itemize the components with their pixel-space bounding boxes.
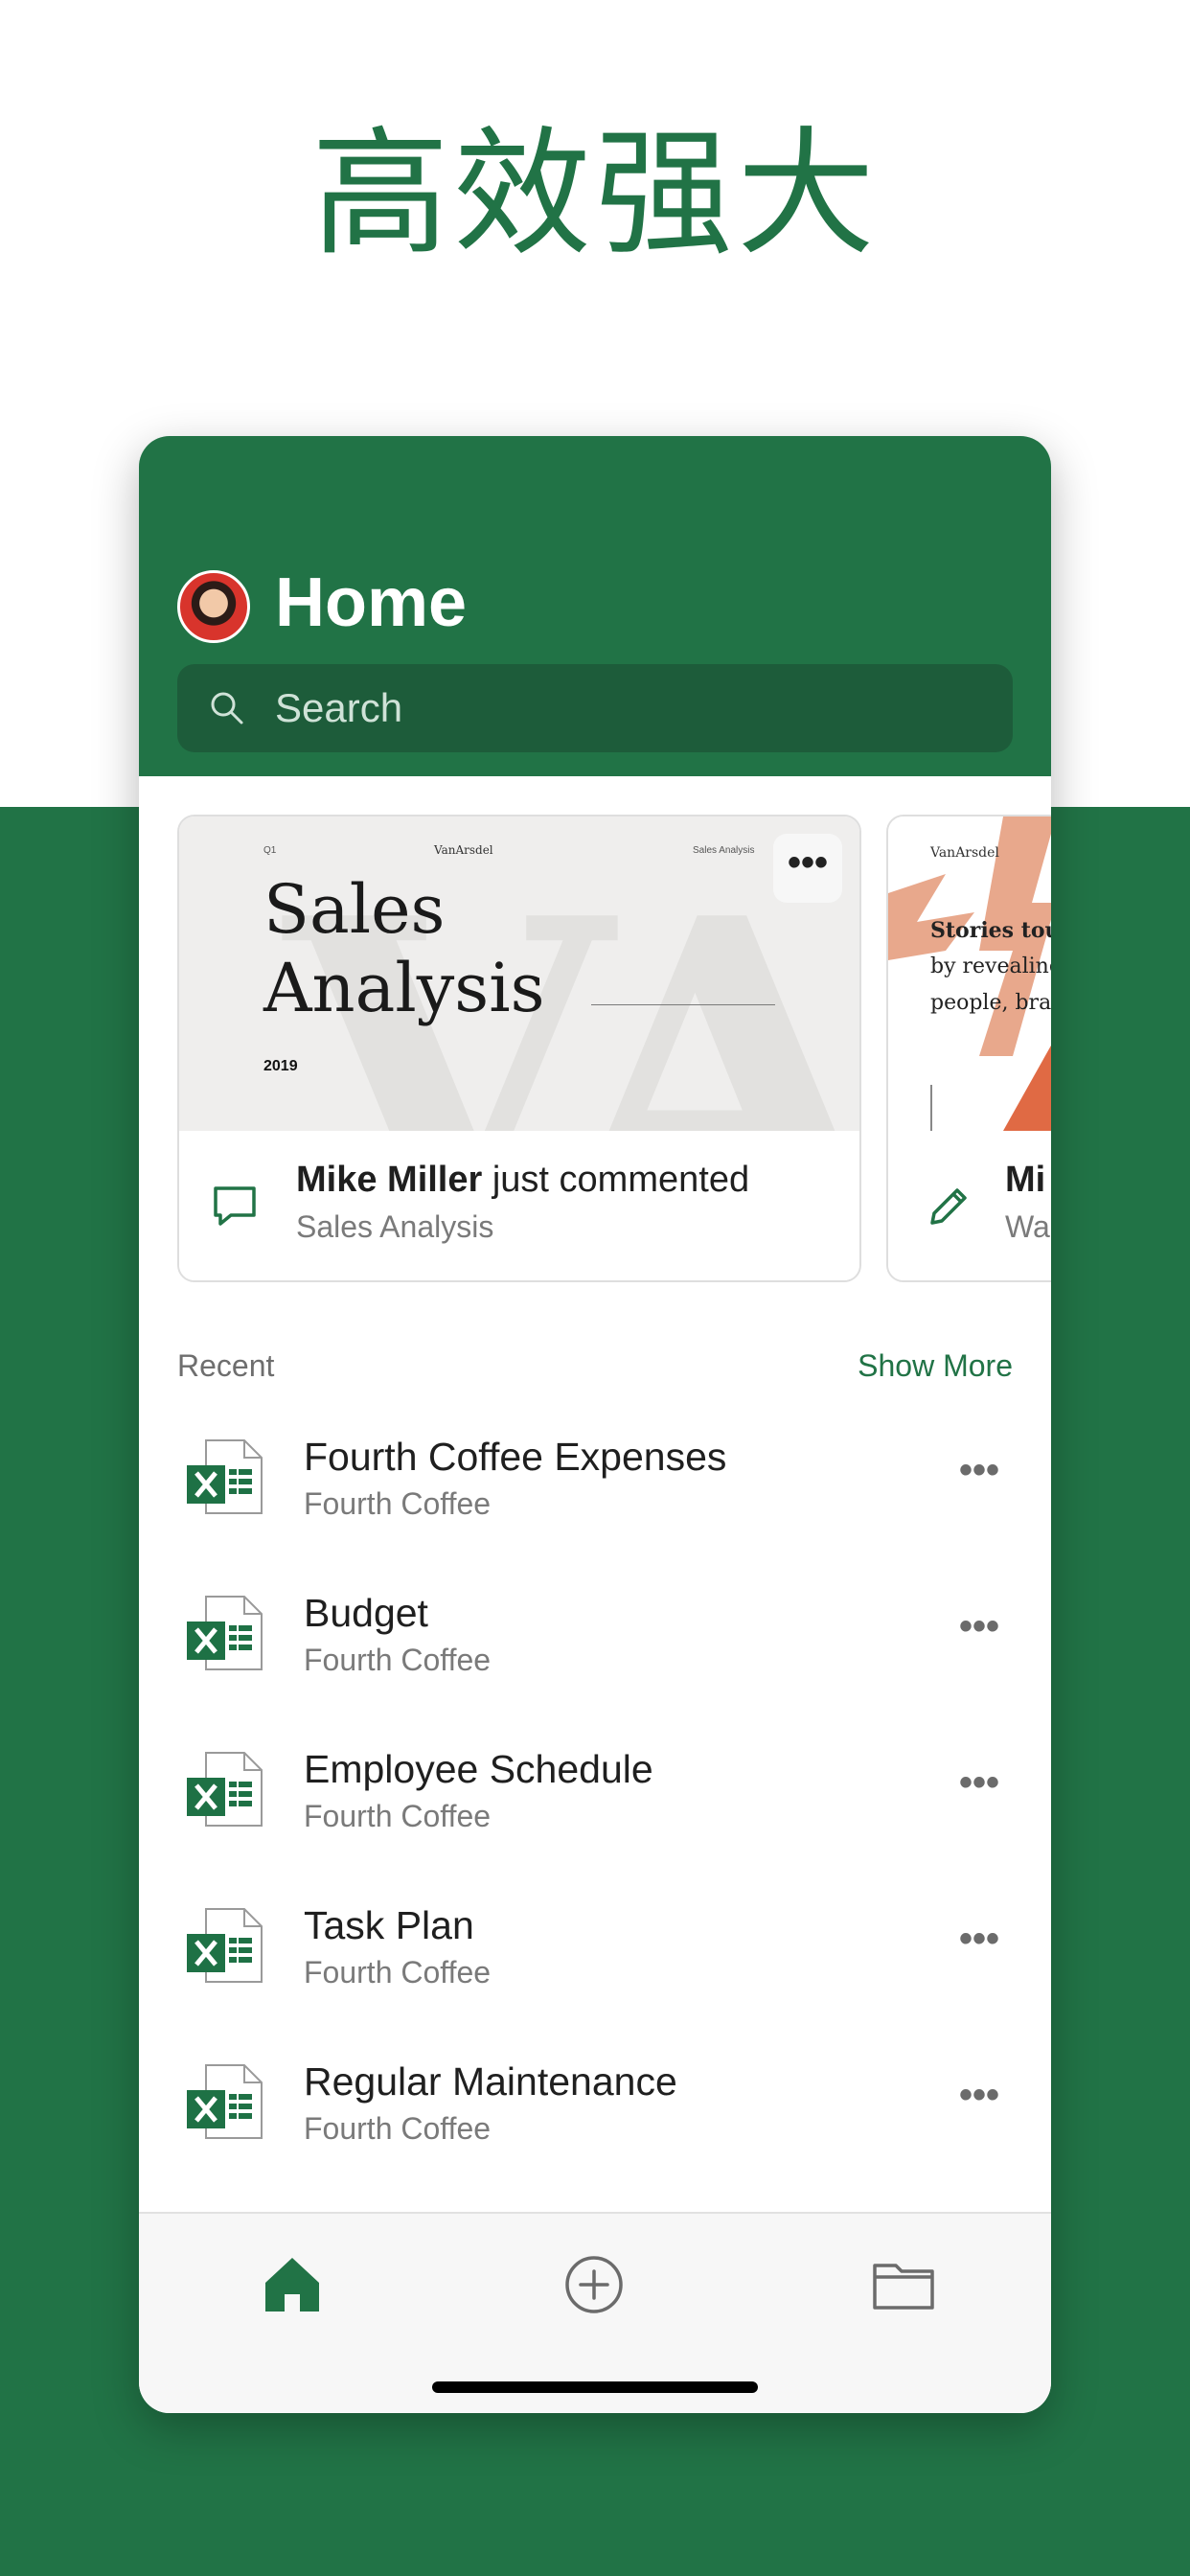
thumbnail-brand: VanArsdel [930, 845, 999, 861]
thumbnail-text: Stories touc by revealing people, bran [930, 912, 1051, 1022]
home-indicator [432, 2381, 758, 2393]
promo-headline: 高效强大 [310, 113, 879, 274]
list-item[interactable]: Employee Schedule Fourth Coffee ••• [139, 1726, 1051, 1882]
file-location: Fourth Coffee [304, 1799, 492, 1833]
search-placeholder: Search [275, 685, 403, 730]
more-options-button[interactable]: ••• [946, 1446, 1013, 1504]
more-options-button[interactable]: ••• [946, 1915, 1013, 1972]
document-thumbnail: VanArsdel Stories touc by revealing peop… [888, 816, 1051, 1131]
list-item[interactable]: Regular Maintenance Fourth Coffee ••• [139, 2038, 1051, 2195]
thumbnail-brand: VanArsdel [434, 843, 493, 857]
file-name: Employee Schedule [304, 1747, 653, 1791]
thumbnail-corner-right: Sales Analysis [693, 845, 755, 856]
activity-card[interactable]: VanArsdel Stories touc by revealing peop… [886, 815, 1051, 1282]
more-options-button[interactable]: ••• [946, 1602, 1013, 1660]
show-more-link[interactable]: Show More [858, 1348, 1013, 1384]
thumbnail-year: 2019 [263, 1058, 298, 1074]
folder-icon[interactable] [867, 2248, 940, 2321]
thumbnail-rule [591, 1004, 775, 1005]
list-item[interactable]: Fourth Coffee Expenses Fourth Coffee ••• [139, 1414, 1051, 1570]
file-location: Fourth Coffee [304, 1486, 492, 1521]
excel-file-icon [187, 1439, 263, 1514]
app-header: Home Search [139, 436, 1051, 776]
activity-action: just commented [482, 1160, 750, 1200]
page-title: Home [275, 564, 468, 641]
thumbnail-text-line: Stories touc [930, 918, 1051, 943]
thumbnail-corner-left: Q1 [263, 845, 277, 856]
phone-screen: Home Search VA Q1 VanArsdel Sales Analys… [139, 436, 1051, 2413]
list-item[interactable]: Task Plan Fourth Coffee ••• [139, 1882, 1051, 2038]
thumbnail-text-line: by revealing [930, 954, 1051, 978]
excel-file-icon [187, 2064, 263, 2139]
search-input[interactable]: Search [177, 664, 1013, 752]
excel-file-icon [187, 1596, 263, 1670]
activity-cards: VA Q1 VanArsdel Sales Analysis Sales Ana… [139, 815, 1051, 1284]
thumbnail-title-line: Analysis [263, 949, 545, 1027]
activity-user: Mi [1005, 1160, 1046, 1200]
excel-file-icon [187, 1752, 263, 1827]
thumbnail-text-line: people, bran [930, 991, 1051, 1015]
file-location: Fourth Coffee [304, 2111, 492, 2146]
activity-text: Mike Miller just commented [296, 1160, 749, 1201]
file-name: Task Plan [304, 1903, 474, 1947]
recent-section-header: Recent Show More [177, 1348, 1013, 1396]
file-location: Fourth Coffee [304, 1643, 492, 1677]
document-thumbnail: VA Q1 VanArsdel Sales Analysis Sales Ana… [179, 816, 859, 1131]
home-icon[interactable] [256, 2248, 329, 2321]
more-options-button[interactable]: ••• [946, 1759, 1013, 1816]
thumbnail-title: Sales Analysis [263, 870, 545, 1027]
file-location: Fourth Coffee [304, 1955, 492, 1990]
card-more-button[interactable]: ••• [773, 834, 842, 903]
file-name: Fourth Coffee Expenses [304, 1435, 727, 1479]
thumbnail-title-line: Sales [263, 870, 446, 949]
activity-file-name: Wa [1005, 1209, 1050, 1244]
more-options-button[interactable]: ••• [946, 2071, 1013, 2128]
comment-icon [214, 1186, 256, 1226]
activity-user: Mike Miller [296, 1160, 483, 1200]
card-footer: Mike Miller just commented Sales Analysi… [179, 1131, 859, 1280]
avatar[interactable] [177, 570, 250, 643]
list-item[interactable]: Budget Fourth Coffee ••• [139, 1570, 1051, 1726]
activity-text: Mi [1005, 1160, 1045, 1201]
activity-file-name: Sales Analysis [296, 1209, 494, 1244]
card-footer: Mi Wa [888, 1131, 1051, 1280]
file-name: Budget [304, 1591, 428, 1635]
recent-file-list: Fourth Coffee Expenses Fourth Coffee •••… [139, 1414, 1051, 2195]
file-name: Regular Maintenance [304, 2059, 677, 2104]
recent-label: Recent [177, 1348, 275, 1383]
search-icon [211, 692, 243, 724]
activity-card[interactable]: VA Q1 VanArsdel Sales Analysis Sales Ana… [177, 815, 861, 1282]
excel-file-icon [187, 1908, 263, 1983]
pencil-icon [930, 1188, 967, 1225]
add-circle-icon[interactable] [558, 2248, 630, 2321]
